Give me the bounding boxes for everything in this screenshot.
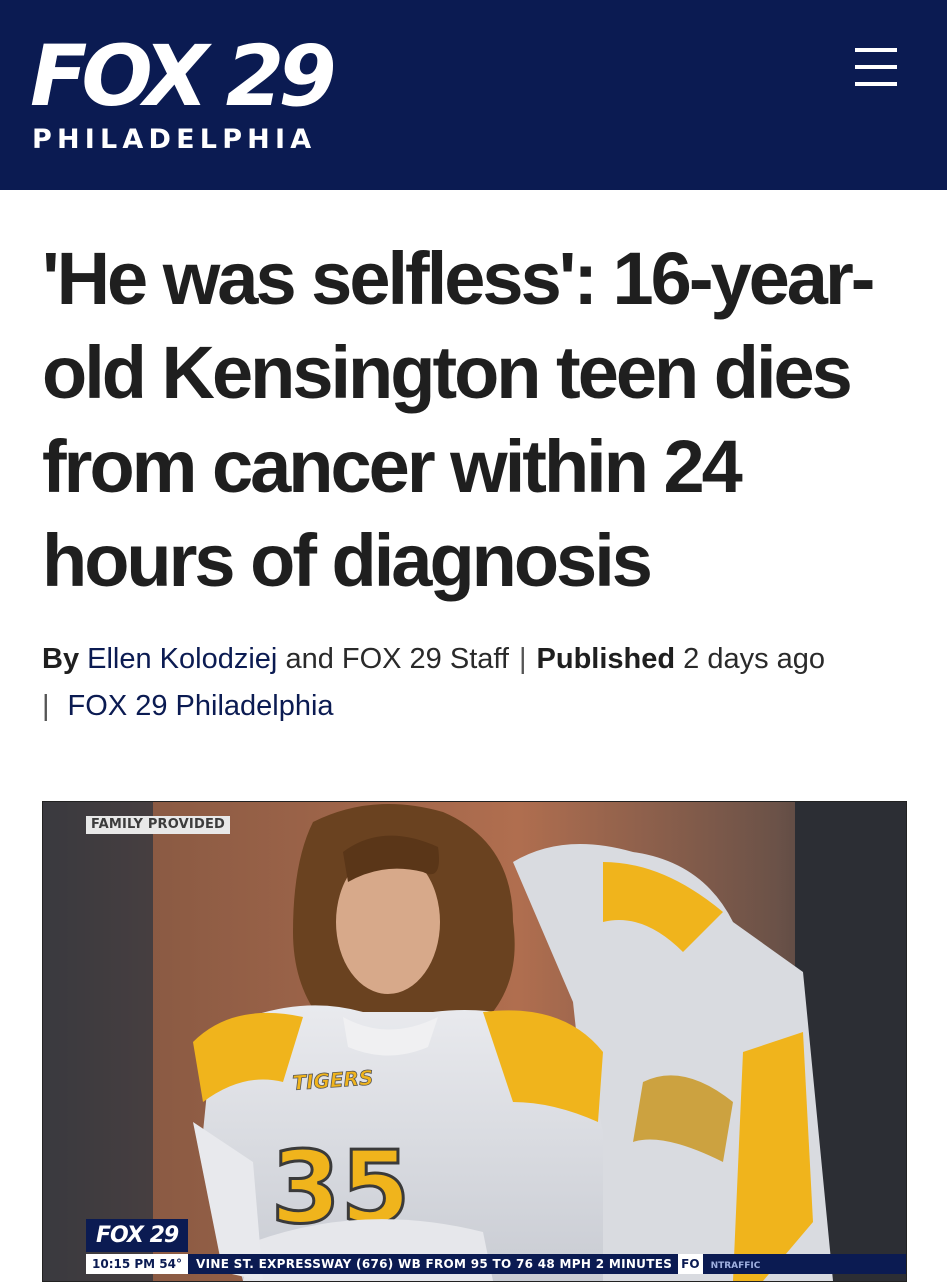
byline-by-label: By bbox=[42, 643, 80, 675]
hamburger-menu-icon[interactable] bbox=[852, 44, 900, 90]
menu-bar bbox=[855, 48, 897, 52]
ticker-tag: NTRAFFIC bbox=[710, 1261, 761, 1271]
source-link[interactable]: FOX 29 Philadelphia bbox=[68, 690, 334, 722]
logo-city: PHILADELPHIA bbox=[32, 124, 317, 155]
published-time: 2 days ago bbox=[683, 643, 826, 675]
lead-image[interactable]: 35 TIGERS FAMILY PROVIDED FOX 29 10:15 P… bbox=[42, 801, 907, 1282]
menu-bar bbox=[855, 65, 897, 69]
photo-credit: FAMILY PROVIDED bbox=[86, 816, 231, 834]
published-label: Published bbox=[536, 643, 676, 675]
byline-separator: | bbox=[518, 643, 527, 675]
byline-separator: | bbox=[42, 690, 50, 722]
news-ticker: 10:15 PM 54° VINE ST. EXPRESSWAY (676) WB… bbox=[86, 1254, 906, 1274]
channel-bug: FOX 29 bbox=[86, 1219, 189, 1252]
byline-staff: and FOX 29 Staff bbox=[285, 643, 509, 675]
ticker-time: 10:15 PM 54° bbox=[86, 1254, 188, 1274]
logo-wordmark: FOX 29 bbox=[30, 27, 337, 125]
menu-bar bbox=[855, 82, 897, 86]
photo-illustration: 35 TIGERS bbox=[43, 802, 906, 1281]
author-link[interactable]: Ellen Kolodziej bbox=[87, 643, 277, 675]
fox29-logo[interactable]: FOX 29 PHILADELPHIA bbox=[30, 28, 360, 163]
article-headline: 'He was selfless': 16-year-old Kensingto… bbox=[42, 237, 875, 602]
ticker-logo: FO bbox=[678, 1254, 703, 1274]
site-header: FOX 29 PHILADELPHIA bbox=[0, 0, 947, 190]
ticker-crawl: VINE ST. EXPRESSWAY (676) WB FROM 95 TO … bbox=[196, 1257, 673, 1271]
article-byline: By Ellen Kolodziej and FOX 29 Staff | Publ… bbox=[42, 636, 912, 730]
